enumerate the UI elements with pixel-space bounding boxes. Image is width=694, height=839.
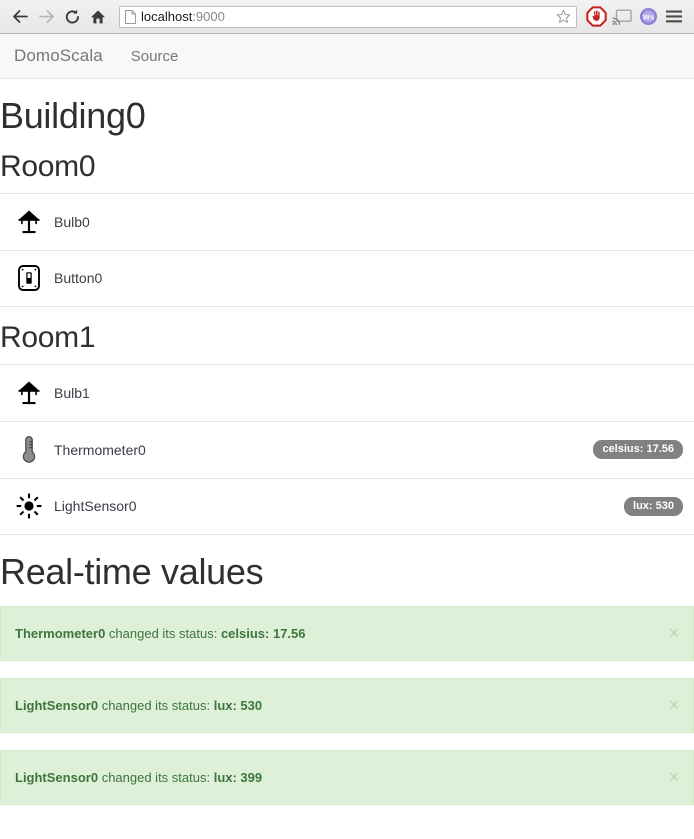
page-content: Building0 Room0 Bulb0 Button0 Room1 Bulb…: [0, 95, 694, 805]
alert-text: LightSensor0 changed its status: lux: 53…: [15, 698, 668, 713]
device-row[interactable]: LightSensor0 lux: 530: [0, 477, 694, 535]
device-label: Button0: [54, 270, 103, 287]
back-arrow-icon[interactable]: [7, 4, 33, 30]
status-badge: celsius: 17.56: [593, 440, 683, 459]
address-bar[interactable]: localhost:9000: [119, 5, 577, 28]
alert-value: lux: 530: [213, 697, 263, 713]
url-port: :9000: [192, 8, 225, 24]
device-row[interactable]: Bulb1: [0, 363, 694, 421]
room-title-room1: Room1: [0, 320, 96, 354]
page-document-icon: [125, 9, 136, 24]
status-badge: lux: 530: [624, 496, 683, 516]
bookmark-star-icon[interactable]: [556, 9, 571, 24]
realtime-values-title: Real-time values: [0, 550, 264, 592]
alert-device: LightSensor0: [15, 769, 99, 785]
alert-value: lux: 399: [213, 769, 263, 785]
thermometer-icon: [14, 433, 44, 467]
device-list-room1: Bulb1 Thermometer0 celsius: 17.56 LightS…: [0, 363, 694, 535]
device-label: Thermometer0: [54, 441, 146, 458]
light-switch-icon: [14, 261, 44, 295]
navbar-brand[interactable]: DomoScala: [14, 46, 103, 66]
device-row[interactable]: Thermometer0 celsius: 17.56: [0, 420, 694, 478]
lamp-icon: [14, 205, 44, 239]
site-navbar: DomoScala Source: [0, 34, 694, 79]
close-icon[interactable]: ×: [668, 696, 679, 714]
device-row[interactable]: Bulb0: [0, 192, 694, 250]
cast-icon[interactable]: [609, 4, 635, 30]
alert-middle: changed its status:: [98, 769, 214, 785]
page-title: Building0: [0, 95, 146, 136]
alert-text: LightSensor0 changed its status: lux: 39…: [15, 770, 668, 785]
alert-middle: changed its status:: [105, 625, 221, 641]
lamp-icon: [14, 376, 44, 410]
hamburger-menu-icon[interactable]: [661, 4, 687, 30]
device-label: Bulb1: [54, 384, 90, 401]
device-label: LightSensor0: [54, 498, 137, 514]
reload-icon[interactable]: [59, 4, 85, 30]
device-label: Bulb0: [54, 213, 90, 230]
forward-arrow-icon: [33, 4, 59, 30]
adblock-icon[interactable]: [583, 4, 609, 30]
alert-device: LightSensor0: [15, 697, 99, 713]
url-text: localhost:9000: [141, 7, 552, 27]
svg-text:Ws: Ws: [642, 13, 653, 22]
alert-middle: changed its status:: [98, 697, 214, 713]
alert-item: LightSensor0 changed its status: lux: 39…: [0, 749, 694, 805]
room-title-room0: Room0: [0, 150, 96, 184]
device-row[interactable]: Button0: [0, 249, 694, 307]
alert-item: Thermometer0 changed its status: celsius…: [0, 605, 694, 661]
alert-text: Thermometer0 changed its status: celsius…: [15, 626, 668, 641]
url-host: localhost: [141, 8, 193, 24]
close-icon[interactable]: ×: [668, 624, 679, 642]
realtime-alert-list: Thermometer0 changed its status: celsius…: [0, 605, 694, 805]
wolfram-icon[interactable]: Ws: [635, 4, 661, 30]
browser-toolbar: localhost:9000 Ws: [0, 0, 694, 34]
home-icon[interactable]: [85, 4, 111, 30]
device-list-room0: Bulb0 Button0: [0, 192, 694, 307]
navbar-link-source[interactable]: Source: [131, 48, 179, 65]
close-icon[interactable]: ×: [668, 768, 679, 786]
sun-icon: [14, 489, 44, 523]
alert-device: Thermometer0: [15, 625, 106, 641]
alert-item: LightSensor0 changed its status: lux: 53…: [0, 677, 694, 733]
alert-value: celsius: 17.56: [220, 625, 306, 641]
